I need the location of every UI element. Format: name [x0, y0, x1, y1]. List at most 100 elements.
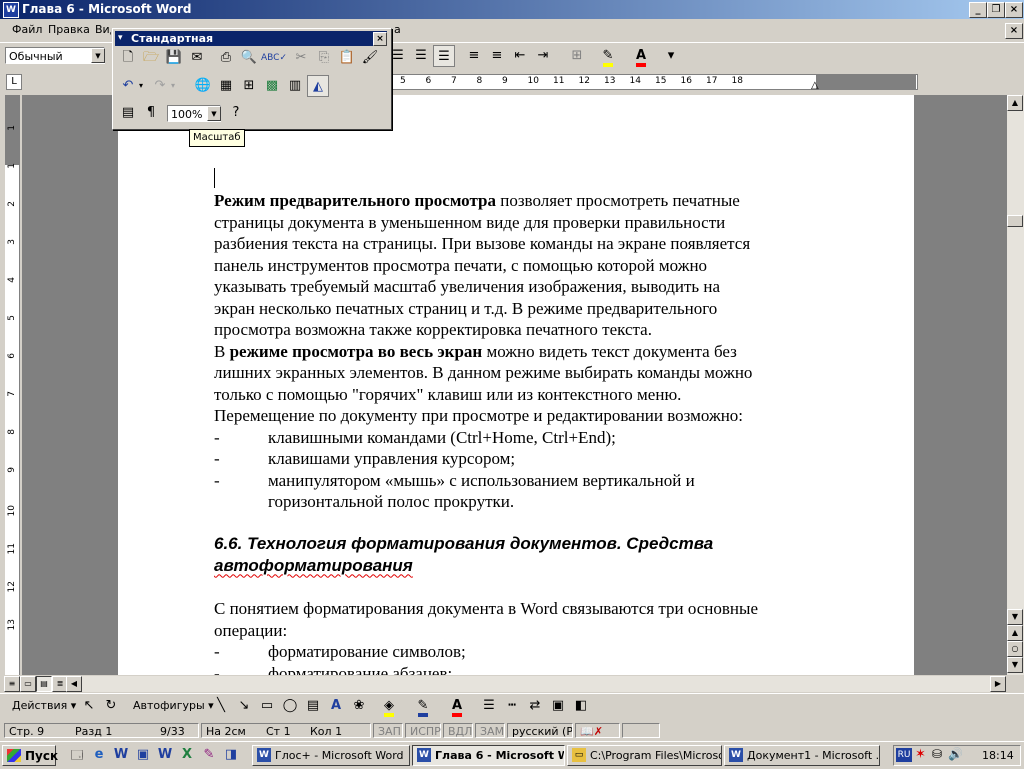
undo-dropdown-icon[interactable]: ▾: [139, 81, 143, 90]
language-indicator[interactable]: RU: [896, 748, 912, 762]
style-dropdown-arrow[interactable]: ▼: [91, 48, 105, 63]
select-browse-object-icon[interactable]: ○: [1007, 641, 1023, 657]
floating-toolbar-titlebar[interactable]: ▾ Стандартная ×: [115, 31, 387, 46]
task-button-glos[interactable]: W Глос+ - Microsoft Word: [252, 745, 410, 766]
new-document-icon[interactable]: 🗋: [117, 47, 139, 69]
align-right-icon[interactable]: ☰: [410, 45, 432, 67]
next-page-icon[interactable]: ▼: [1007, 657, 1023, 673]
excel-quicklaunch-icon[interactable]: X: [176, 744, 198, 766]
wordart-icon[interactable]: A: [325, 695, 347, 717]
oval-icon[interactable]: ◯: [279, 695, 301, 717]
status-ovr[interactable]: ЗАМ: [475, 723, 505, 738]
line-icon[interactable]: ╲: [210, 695, 232, 717]
insert-excel-icon[interactable]: ▩: [261, 75, 283, 97]
font-color-icon[interactable]: A: [630, 45, 652, 67]
quicklaunch-icon-6[interactable]: ✎: [198, 744, 220, 766]
select-objects-icon[interactable]: ↖: [78, 695, 100, 717]
help-icon[interactable]: ?: [225, 102, 247, 124]
close-button[interactable]: ×: [1005, 2, 1023, 18]
restore-button[interactable]: ❐: [987, 2, 1005, 18]
quicklaunch-icon-7[interactable]: ◨: [220, 744, 242, 766]
clock[interactable]: 18:14: [982, 749, 1014, 762]
toolbar-options-arrow-icon[interactable]: ▾: [118, 31, 123, 46]
task-button-document1[interactable]: W Документ1 - Microsoft ...: [724, 745, 880, 766]
menu-edit[interactable]: Правка: [48, 23, 90, 36]
line-color-icon[interactable]: ✎: [412, 695, 434, 717]
textbox-icon[interactable]: ▤: [302, 695, 324, 717]
paste-icon[interactable]: 📋: [336, 47, 358, 69]
actions-menu[interactable]: Действия ▾: [12, 699, 76, 712]
3d-icon[interactable]: ◧: [570, 695, 592, 717]
insert-table-icon[interactable]: ⊞: [238, 75, 260, 97]
menu-help-partial[interactable]: а: [394, 23, 401, 36]
redo-icon[interactable]: ↷: [149, 75, 171, 97]
toolbar-options-icon[interactable]: ▾: [660, 45, 682, 67]
scroll-left-button[interactable]: ◀: [66, 676, 82, 692]
save-icon[interactable]: 💾: [163, 47, 185, 69]
columns-icon[interactable]: ▥: [284, 75, 306, 97]
open-icon[interactable]: 🗁: [140, 47, 162, 69]
email-icon[interactable]: ✉: [186, 47, 208, 69]
menu-file[interactable]: Файл: [12, 23, 42, 36]
autoshapes-menu[interactable]: Автофигуры ▾: [133, 699, 214, 712]
document-page[interactable]: Режим предварительного просмотра позволя…: [118, 95, 914, 675]
hscroll-track[interactable]: [82, 676, 990, 692]
style-combo[interactable]: Обычный: [5, 47, 105, 64]
ie-quicklaunch-icon[interactable]: e: [88, 744, 110, 766]
status-ext[interactable]: ВДЛ: [443, 723, 473, 738]
word-app-icon[interactable]: W: [3, 2, 19, 18]
arrow-icon[interactable]: ↘: [233, 695, 255, 717]
right-indent-marker[interactable]: △: [811, 80, 819, 91]
scroll-right-button[interactable]: ▶: [990, 676, 1006, 692]
cut-icon[interactable]: ✂: [290, 47, 312, 69]
scroll-up-button[interactable]: ▲: [1007, 95, 1023, 111]
line-style-icon[interactable]: ☰: [478, 695, 500, 717]
align-justify-icon[interactable]: ☰: [433, 45, 455, 67]
quicklaunch-icon-3[interactable]: ▣: [132, 744, 154, 766]
decrease-indent-icon[interactable]: ⇤: [509, 45, 531, 67]
format-painter-icon[interactable]: 🖌: [359, 47, 381, 69]
volume-icon[interactable]: 🔊: [948, 747, 963, 761]
tab-selector-icon[interactable]: L: [6, 74, 22, 90]
drawing-toggle-icon[interactable]: ◭: [307, 75, 329, 97]
task-button-folder[interactable]: ▭ C:\Program Files\Microso...: [567, 745, 722, 766]
task-button-glava6[interactable]: W Глава 6 - Microsoft W...: [412, 745, 565, 766]
doc-close-button[interactable]: ×: [1005, 23, 1023, 39]
document-map-icon[interactable]: ▤: [117, 102, 139, 124]
undo-icon[interactable]: ↶: [117, 75, 139, 97]
word-quicklaunch-icon[interactable]: W: [110, 744, 132, 766]
scroll-thumb[interactable]: [1007, 215, 1023, 227]
status-trk[interactable]: ИСПР: [405, 723, 441, 738]
spelling-icon[interactable]: ABC✓: [261, 47, 287, 69]
copy-icon[interactable]: ⎘: [313, 47, 335, 69]
prev-page-icon[interactable]: ▲: [1007, 625, 1023, 641]
highlight-icon[interactable]: ✎: [597, 45, 619, 67]
arrow-style-icon[interactable]: ⇄: [524, 695, 546, 717]
spellcheck-status-icon[interactable]: 📖✗: [575, 723, 620, 738]
standard-toolbar-floating[interactable]: ▾ Стандартная × 🗋 🗁 💾 ✉ ⎙ 🔍 ABC✓ ✂ ⎘ 📋 🖌…: [112, 28, 392, 130]
status-rec[interactable]: ЗАП: [373, 723, 403, 738]
normal-view-icon[interactable]: ≡: [4, 676, 20, 692]
show-formatting-icon[interactable]: ¶: [140, 102, 162, 124]
floating-toolbar-close-button[interactable]: ×: [373, 32, 387, 46]
minimize-button[interactable]: _: [969, 2, 987, 18]
antivirus-tray-icon[interactable]: ✶: [915, 747, 926, 762]
fill-color-icon[interactable]: ◈: [378, 695, 400, 717]
bulleted-list-icon[interactable]: ≡: [486, 45, 508, 67]
vertical-ruler[interactable]: 1 1 2 3 4 5 6 7 8 9 10 11 12 13: [5, 95, 20, 675]
word-quicklaunch-icon-2[interactable]: W: [154, 744, 176, 766]
redo-dropdown-icon[interactable]: ▾: [171, 81, 175, 90]
rectangle-icon[interactable]: ▭: [256, 695, 278, 717]
web-view-icon[interactable]: ▭: [20, 676, 36, 692]
shadow-icon[interactable]: ▣: [547, 695, 569, 717]
menu-view[interactable]: Вид: [95, 23, 111, 36]
hyperlink-icon[interactable]: 🌐: [192, 75, 214, 97]
tables-borders-icon[interactable]: ▦: [215, 75, 237, 97]
zoom-dropdown-arrow[interactable]: ▼: [207, 106, 221, 121]
clipart-icon[interactable]: ❀: [348, 695, 370, 717]
start-button[interactable]: Пуск: [2, 745, 58, 766]
print-view-icon[interactable]: ▤: [36, 676, 52, 692]
dash-style-icon[interactable]: ┅: [501, 695, 523, 717]
vertical-scrollbar[interactable]: ▲ ▼ ▲ ○ ▼: [1007, 95, 1024, 675]
draw-font-color-icon[interactable]: A: [446, 695, 468, 717]
